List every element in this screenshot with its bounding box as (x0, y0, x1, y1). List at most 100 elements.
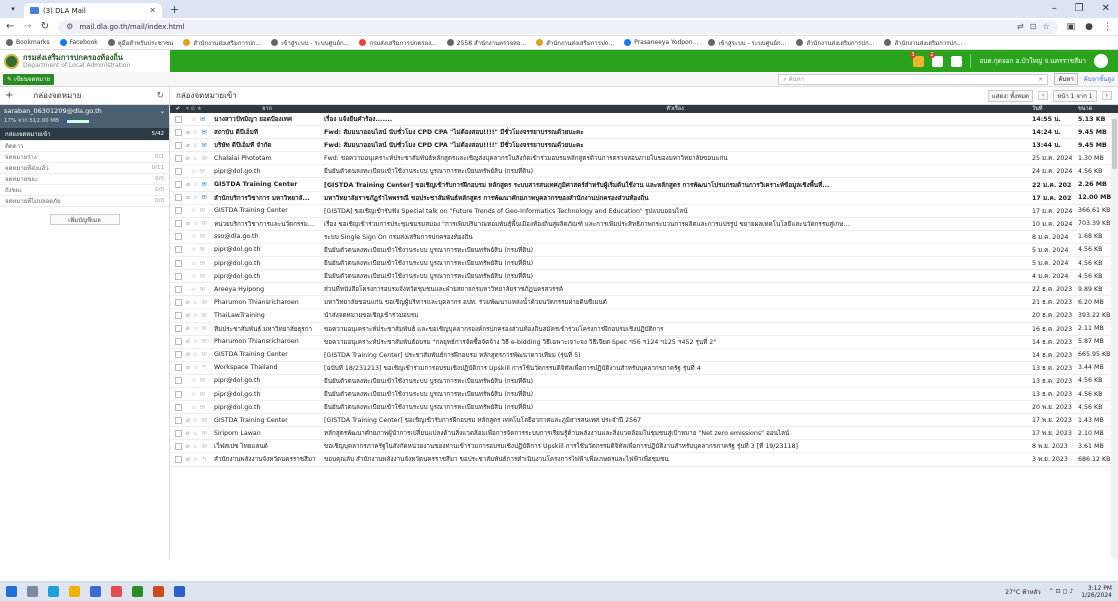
refresh-icon[interactable]: ↻ (156, 91, 164, 101)
row-checkbox[interactable] (170, 259, 186, 267)
row-checkbox[interactable] (170, 442, 186, 450)
star-icon[interactable]: ☆ (193, 351, 199, 358)
star-icon[interactable]: ☆ (193, 430, 199, 437)
col-subject[interactable]: หัวเรื่อง (324, 105, 1032, 113)
back-icon[interactable]: ← (6, 21, 14, 32)
row-checkbox[interactable] (170, 181, 186, 189)
explorer-icon[interactable] (69, 586, 80, 597)
row-checkbox[interactable] (170, 325, 186, 333)
bookmark-item[interactable]: Prasaneeya Yodpon... (624, 39, 698, 46)
reload-icon[interactable]: ↻ (41, 21, 49, 32)
page-dropdown[interactable]: หน้า 1 จาก 1 (1053, 89, 1097, 102)
row-checkbox[interactable] (170, 429, 186, 437)
folder-item[interactable]: กล่องจดหมายเข้า 5/42 (0, 128, 169, 141)
star-icon[interactable]: ☆ (191, 286, 197, 293)
table-row[interactable]: ☆ ✉ pipr@dol.go.th ยืนยันตัวตนลงทะเบียนเข้า… (170, 270, 1118, 284)
word-icon[interactable] (174, 586, 185, 597)
next-page-icon[interactable]: › (1101, 91, 1112, 100)
folder-item[interactable]: จดหมายที่ไม่ปลอดภัย 0/0 (0, 196, 169, 207)
star-icon[interactable]: ☆ (193, 338, 199, 345)
col-date[interactable]: วันที่ (1032, 105, 1072, 113)
bookmark-item[interactable]: เข้าสู่ระบบ - ระบบศูนย์ก... (708, 38, 786, 48)
bookmark-item[interactable]: เข้าสู่ระบบ - ระบบศูนย์ก... (271, 38, 349, 48)
mail-icon[interactable]: 2 (929, 51, 944, 67)
folder-item[interactable]: ติดดาว (0, 141, 169, 152)
folder-item[interactable]: จดหมายที่ส่งแล้ว 0/11 (0, 163, 169, 174)
folder-item[interactable]: จดหมายร่าง 0/1 (0, 152, 169, 163)
profile-icon[interactable]: ● (1085, 22, 1093, 32)
bookmark-item[interactable]: Facebook (59, 39, 98, 46)
star-icon[interactable]: ☆ (193, 181, 199, 188)
table-row[interactable]: ⌀ ☆ ✉ GISTDA Training Center [GISTDA Trainin… (170, 178, 1118, 192)
star-icon[interactable]: ☆ (193, 142, 199, 149)
maximize-icon[interactable]: ❐ (1075, 3, 1084, 14)
bookmark-item[interactable]: สำนักงานส่งเสริมการปก... (183, 38, 261, 48)
table-row[interactable]: ☆ ✉ Areeya Hyipong ส่วนที่หนังสือโครงการอบร… (170, 283, 1118, 297)
table-row[interactable]: ⌀ ☆ ✉ ทีมประชาสัมพันธ์ มหาวิทยาลัยธุรกา ขอคว… (170, 323, 1118, 336)
row-checkbox[interactable] (170, 416, 186, 424)
bookmark-item[interactable]: กรมส่งเสริมการปกครอง... (359, 38, 437, 48)
table-row[interactable]: ☆ ✉ pipr@dol.go.th ยืนยันตัวตนลงทะเบียนเข้า… (170, 388, 1118, 402)
compose-button[interactable]: ✎ เขียนจดหมาย (3, 73, 55, 85)
add-folder-icon[interactable]: + (5, 90, 13, 101)
col-size[interactable]: ขนาด (1072, 105, 1118, 113)
avatar[interactable] (1094, 54, 1108, 68)
chrome-icon[interactable] (153, 586, 164, 597)
table-row[interactable]: ☆ ✉ pipr@dol.go.th ยืนยันตัวตนลงทะเบียนเข้า… (170, 257, 1118, 271)
row-checkbox[interactable] (170, 338, 186, 346)
install-icon[interactable]: ⊡ (1030, 22, 1037, 31)
calendar-icon[interactable] (951, 55, 963, 67)
tray-icons[interactable]: ⌃ ⊡ ◻ ♪ (1049, 588, 1074, 595)
table-row[interactable]: ⌀ ☆ ↰ Workspace Thailand [ฉบับที่ 18/231213]… (170, 362, 1118, 375)
table-row[interactable]: ⌀ ☆ ✉ Pharumon Thiansricharoen ขอความอนุเครา… (170, 336, 1118, 349)
bookmark-item[interactable]: คู่มือสำหรับประชาชน (107, 38, 173, 48)
table-row[interactable]: ☆ ✉ pipr@dol.go.th ยืนยันตัวตนลงทะเบียนเข้า… (170, 244, 1118, 258)
row-checkbox[interactable] (170, 390, 186, 398)
star-icon[interactable]: ☆ (193, 129, 199, 136)
translate-icon[interactable]: ⇄ (1017, 22, 1024, 31)
star-icon[interactable]: ☆ (191, 404, 197, 411)
star-icon[interactable]: ☆ (193, 456, 199, 463)
omnibox[interactable]: ⚙ mail.dla.go.th/mail/index.html ⇄ ⊡ ☆ (58, 19, 1058, 34)
notifications-icon[interactable]: 3 (910, 51, 925, 67)
row-checkbox[interactable] (170, 285, 186, 293)
star-icon[interactable]: ☆ (193, 220, 199, 227)
bookmark-item[interactable]: สำนักงานส่งเสริมการปก... (796, 38, 874, 48)
star-icon[interactable]: ☆ (193, 155, 199, 162)
bookmark-item[interactable]: สำนักงานส่งเสริมการปก... (884, 38, 962, 48)
tab-list-button[interactable]: ▾ (6, 3, 20, 15)
bookmark-item[interactable]: 2558 สำนักงานตรวจสอ... (446, 38, 526, 48)
star-icon[interactable]: ☆ (193, 299, 199, 306)
table-row[interactable]: ☆ ✉ GISTDA Training Center [GISTDA] ขอเชิญเ… (170, 205, 1118, 218)
brand[interactable]: กรมส่งเสริมการปกครองท้องถิ่น Department … (0, 50, 170, 72)
site-info-icon[interactable]: ⚙ (66, 22, 73, 31)
url-text[interactable]: mail.dla.go.th/mail/index.html (79, 23, 1011, 31)
user-name[interactable]: อบต.กุดจอก อ.บัวใหญ่ จ.นครราชสีมา (979, 56, 1086, 66)
star-icon[interactable]: ☆ (191, 377, 197, 384)
table-row[interactable]: ☆ ✉ pipr@dol.go.th ยืนยันตัวตนลงทะเบียนเข้า… (170, 401, 1118, 415)
col-from[interactable]: จาก (214, 105, 324, 113)
row-checkbox[interactable] (170, 364, 186, 372)
forward-icon[interactable]: → (23, 21, 31, 32)
star-icon[interactable]: ☆ (193, 443, 199, 450)
star-icon[interactable]: ☆ (191, 233, 197, 240)
star-icon[interactable]: ☆ (191, 116, 197, 123)
advanced-search-link[interactable]: ค้นหาขั้นสูง (1084, 74, 1114, 84)
star-icon[interactable]: ☆ (191, 391, 197, 398)
bookmark-item[interactable]: Bookmarks (6, 39, 50, 46)
table-row[interactable]: ⌀ ☆ ✉ GISTDA Training Center [GISTDA Trainin… (170, 414, 1118, 428)
folder-item[interactable]: จดหมายขยะ 0/0 (0, 174, 169, 185)
star-icon[interactable]: ☆ (191, 168, 197, 175)
table-row[interactable]: ☆ ✉ นางสาวปัทมิญา ยอดป้องเทศ เรื่อง แจ้งยืน… (170, 113, 1118, 127)
star-icon[interactable]: ☆ (191, 207, 197, 214)
row-checkbox[interactable] (170, 377, 186, 385)
row-checkbox[interactable] (170, 194, 186, 202)
menu-icon[interactable]: ⋮ (1103, 22, 1112, 32)
table-row[interactable]: ⌀ ☆ ✉ เว็ฟสเปซ ไทยแลนด์ ขอเชิญบุคลากรภาครัฐใ… (170, 440, 1118, 454)
row-checkbox[interactable] (170, 351, 186, 359)
close-window-icon[interactable]: ✕ (1102, 3, 1110, 14)
folder-item[interactable]: ถังขยะ 0/0 (0, 185, 169, 196)
star-icon[interactable]: ☆ (193, 194, 199, 201)
browser-tab[interactable]: (3) DLA Mail ✕ (24, 3, 162, 18)
row-checkbox[interactable] (170, 403, 186, 411)
